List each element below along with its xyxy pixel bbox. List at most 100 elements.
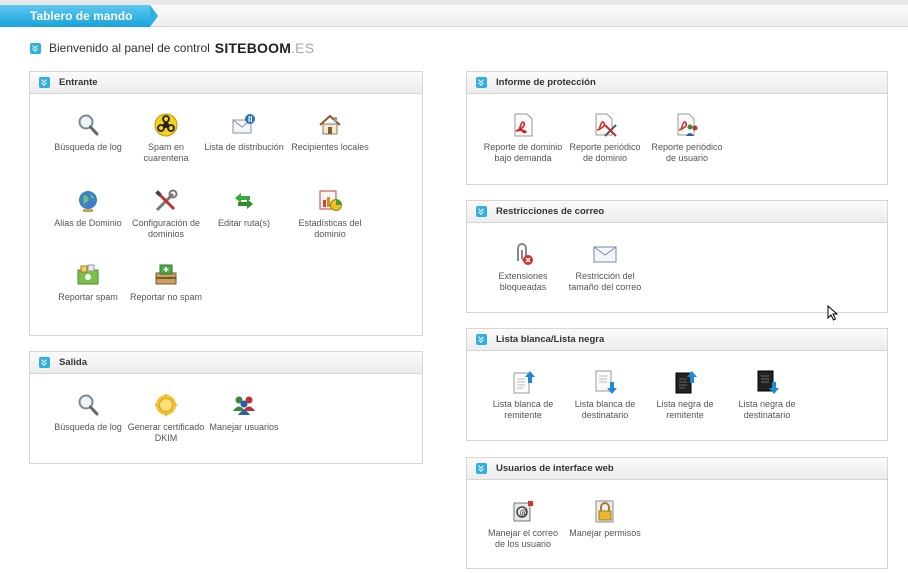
mail-lock-icon: @ xyxy=(513,501,533,522)
item-label: Reportar no spam xyxy=(129,292,203,302)
item-reportar-spam[interactable]: Reportar spam xyxy=(48,262,128,303)
tab-dashboard[interactable]: Tablero de mando xyxy=(0,5,150,27)
report-spam-icon xyxy=(77,264,99,285)
item-lista-negra-destinatario[interactable]: Lista negra de destinatario xyxy=(727,369,807,421)
item-estadisticas-dominio[interactable]: Estadísticas del dominio xyxy=(290,188,370,240)
item-label: Manejar permisos xyxy=(569,528,641,538)
item-label: Búsqueda de log xyxy=(54,142,122,152)
panel-header-proteccion[interactable]: Informe de protección xyxy=(467,72,887,94)
blacklist-recipient-icon xyxy=(757,370,779,394)
certificate-icon xyxy=(154,393,178,417)
chevron-down-icon xyxy=(39,77,50,88)
item-label: Lista blanca de destinatario xyxy=(574,399,636,420)
panel-header-restricciones[interactable]: Restricciones de correo xyxy=(467,201,887,223)
house-icon xyxy=(319,114,341,135)
users-icon xyxy=(233,396,255,415)
item-label: Reporte de dominio bajo demanda xyxy=(483,142,563,163)
arrows-icon xyxy=(235,193,253,209)
item-label: Editar ruta(s) xyxy=(217,218,270,228)
panel-title: Entrante xyxy=(59,77,98,88)
envelope-icon xyxy=(593,246,617,263)
chevron-down-icon xyxy=(30,42,41,54)
panel-title: Informe de protección xyxy=(496,77,596,88)
item-spam-cuarentena[interactable]: Spam en cuarentena xyxy=(126,112,206,164)
item-configuracion-dominios[interactable]: Configuración de dominios xyxy=(126,188,206,240)
item-label: Extensiones bloqueadas xyxy=(498,271,548,292)
panel-proteccion: Informe de protección Reporte de dominio… xyxy=(466,71,888,185)
whitelist-recipient-icon xyxy=(595,370,617,394)
panel-title: Usuarios de interface web xyxy=(496,463,614,474)
brand-logo: SITEBOOM.ES xyxy=(215,40,314,56)
item-busqueda-log[interactable]: Búsqueda de log xyxy=(48,112,128,153)
chevron-down-icon xyxy=(476,334,487,345)
item-label: Estadísticas del dominio xyxy=(298,218,362,239)
item-lista-blanca-remitente[interactable]: Lista blanca de remitente xyxy=(483,369,563,421)
chevron-down-icon xyxy=(476,77,487,88)
item-label: Búsqueda de log xyxy=(54,422,122,432)
panel-title: Restricciones de correo xyxy=(496,206,605,217)
item-label: Lista de distribución xyxy=(204,142,284,152)
panel-salida: Salida Búsqueda de log Generar certifica… xyxy=(29,351,423,464)
item-reporte-dominio-demanda[interactable]: Reporte de dominio bajo demanda xyxy=(483,112,563,164)
item-label: Spam en cuarentena xyxy=(143,142,189,163)
panel-header-web[interactable]: Usuarios de interface web xyxy=(467,458,887,480)
stats-icon xyxy=(319,190,342,211)
panel-entrante: Entrante Búsqueda de log Spam en cuarent… xyxy=(29,71,423,336)
item-label: Manejar el correo de los usuario xyxy=(487,528,559,549)
item-busqueda-log-salida[interactable]: Búsqueda de log xyxy=(48,392,128,433)
mail-list-icon xyxy=(232,114,255,134)
item-lista-distribucion[interactable]: Lista de distribución xyxy=(204,112,284,153)
pdf-icon xyxy=(514,113,533,137)
item-manejar-permisos[interactable]: Manejar permisos xyxy=(565,498,645,539)
globe-icon xyxy=(79,191,97,212)
item-lista-blanca-destinatario[interactable]: Lista blanca de destinatario xyxy=(565,369,645,421)
item-label: Lista negra de destinatario xyxy=(738,399,796,420)
item-generar-dkim[interactable]: Generar certificado DKIM xyxy=(126,392,206,444)
welcome-text: Bienvenido al panel de control xyxy=(49,41,210,55)
whitelist-sender-icon xyxy=(513,371,535,394)
blacklist-sender-icon xyxy=(675,371,697,394)
item-label: Recipientes locales xyxy=(291,142,369,152)
item-reporte-periodico-usuario[interactable]: Reporte periódico de usuario xyxy=(647,112,727,164)
item-label: Reportar spam xyxy=(58,292,118,302)
item-alias-dominio[interactable]: Alias de Dominio xyxy=(48,188,128,229)
item-reporte-periodico-dominio[interactable]: Reporte periódico de dominio xyxy=(565,112,645,164)
panel-header-entrante[interactable]: Entrante xyxy=(30,72,422,94)
blocked-attachment-icon xyxy=(517,243,533,265)
logo-ext: .ES xyxy=(291,40,315,56)
welcome-line: Bienvenido al panel de control SITEBOOM.… xyxy=(30,40,314,56)
tab-arrow xyxy=(150,5,158,27)
panel-listas: Lista blanca/Lista negra Lista blanca de… xyxy=(466,328,888,441)
pdf-user-icon xyxy=(677,113,698,136)
magnifier-icon xyxy=(78,394,99,416)
logo-main: SITEBOOM xyxy=(214,40,292,56)
item-manejar-correo-usuario[interactable]: @ Manejar el correo de los usuario xyxy=(483,498,563,550)
item-label: Alias de Dominio xyxy=(54,218,122,228)
svg-text:@: @ xyxy=(520,508,528,517)
item-recipientes-locales[interactable]: Recipientes locales xyxy=(290,112,370,153)
biohazard-icon xyxy=(154,113,178,137)
item-label: Lista blanca de remitente xyxy=(492,399,554,420)
item-manejar-usuarios[interactable]: Manejar usuarios xyxy=(204,392,284,433)
item-restriccion-tamano[interactable]: Restricción del tamaño del correo xyxy=(565,241,645,293)
panel-web: Usuarios de interface web @ Manejar el c… xyxy=(466,457,888,569)
item-label: Manejar usuarios xyxy=(209,422,279,432)
item-extensiones-bloqueadas[interactable]: Extensiones bloqueadas xyxy=(483,241,563,293)
item-label: Restricción del tamaño del correo xyxy=(568,271,642,292)
lock-icon xyxy=(595,500,614,523)
item-label: Lista negra de remitente xyxy=(656,399,714,420)
panel-title: Lista blanca/Lista negra xyxy=(496,334,605,345)
panel-header-salida[interactable]: Salida xyxy=(30,352,422,374)
chevron-down-icon xyxy=(39,357,50,368)
panel-restricciones: Restricciones de correo Extensiones bloq… xyxy=(466,200,888,313)
mouse-cursor-icon xyxy=(827,305,839,321)
panel-header-listas[interactable]: Lista blanca/Lista negra xyxy=(467,329,887,351)
pdf-tools-icon xyxy=(595,113,617,137)
item-editar-rutas[interactable]: Editar ruta(s) xyxy=(204,188,284,229)
panel-title: Salida xyxy=(59,357,87,368)
item-lista-negra-remitente[interactable]: Lista negra de remitente xyxy=(645,369,725,421)
item-reportar-no-spam[interactable]: Reportar no spam xyxy=(126,262,206,303)
item-label: Reporte periódico de usuario xyxy=(651,142,723,163)
item-label: Generar certificado DKIM xyxy=(127,422,205,443)
magnifier-icon xyxy=(78,114,99,136)
